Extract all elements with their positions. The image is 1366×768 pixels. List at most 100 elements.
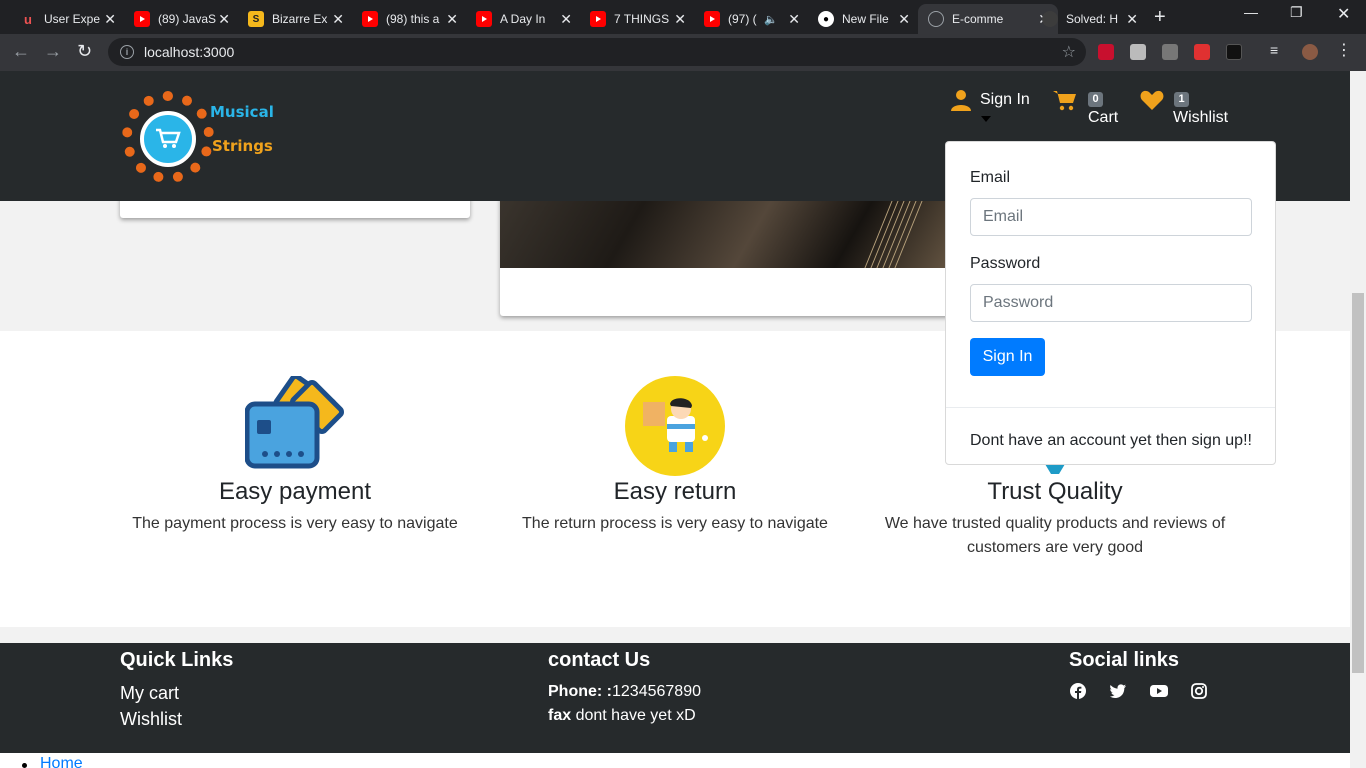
cart-icon [1053, 91, 1076, 111]
wishlist-label: Wishlist [1173, 109, 1229, 126]
feature-easy-return: Easy return The return process is very e… [485, 376, 865, 536]
instagram-icon[interactable] [1191, 683, 1207, 699]
close-tab-icon[interactable]: ✕ [104, 11, 116, 28]
feature-text: The return process is very easy to navig… [522, 515, 828, 532]
forward-icon[interactable]: → [44, 41, 62, 62]
guitar-image [500, 191, 960, 268]
user-icon [951, 90, 971, 111]
speaker-icon[interactable]: 🔈 [764, 13, 778, 26]
browser-tab[interactable]: ● New File ✕ [808, 4, 918, 34]
twitter-icon[interactable] [1110, 683, 1126, 699]
dropdown-divider [946, 407, 1275, 408]
youtube-icon [590, 11, 606, 27]
youtube-icon[interactable] [1150, 683, 1168, 699]
page-bottom [0, 753, 1350, 768]
password-label: Password [970, 255, 1041, 272]
info-icon[interactable]: i [120, 45, 134, 59]
s-icon: S [248, 11, 264, 27]
contact-title: contact Us [548, 649, 651, 671]
footer-spacer [0, 627, 1350, 643]
fax-label: fax [548, 707, 572, 724]
wishlist-count-badge: 1 [1174, 92, 1189, 107]
close-tab-icon[interactable]: ✕ [1126, 11, 1138, 28]
feature-title: Easy return [613, 478, 737, 505]
globe-icon [928, 11, 944, 27]
browser-tab[interactable]: u User Expe ✕ [10, 4, 124, 34]
browser-toolbar: ← → ↻ i localhost:3000 ☆ ≡ ⋮ [0, 34, 1366, 71]
cart-logo-icon [140, 111, 196, 167]
github-icon: ● [818, 11, 834, 27]
pdf-extension-icon[interactable] [1098, 44, 1114, 60]
window-close-icon[interactable]: ✕ [1337, 4, 1350, 24]
fax-text: dont have yet xD [575, 707, 696, 724]
close-tab-icon[interactable]: ✕ [332, 11, 344, 28]
github-icon [1042, 11, 1058, 27]
cart-count-badge: 0 [1088, 92, 1103, 107]
signin-button[interactable]: Sign In [970, 338, 1045, 376]
browser-tab[interactable]: (89) JavaS ✕ [124, 4, 238, 34]
close-tab-icon[interactable]: ✕ [560, 11, 572, 28]
browser-tab[interactable]: (97) ( 🔈 ✕ [694, 4, 808, 34]
logo-text: Musical [210, 103, 274, 121]
browser-tab[interactable]: S Bizarre Ex ✕ [238, 4, 352, 34]
browser-tab[interactable]: A Day In ✕ [466, 4, 580, 34]
phone-label: Phone: : [548, 683, 612, 700]
home-link[interactable]: Home [40, 755, 83, 768]
extension-icon[interactable] [1226, 44, 1242, 60]
scrollbar-thumb[interactable] [1352, 293, 1364, 673]
close-tab-icon[interactable]: ✕ [674, 11, 686, 28]
cart-label: Cart [1088, 109, 1119, 126]
close-tab-icon[interactable]: ✕ [218, 11, 230, 28]
media-control-icon[interactable]: ≡ [1270, 42, 1286, 58]
signin-dropdown: Email Password Sign In Dont have an acco… [945, 141, 1276, 465]
page-viewport: Musical Strings Sign In 0 Cart 1 Wishlis… [0, 71, 1350, 768]
heart-icon [1140, 90, 1164, 110]
close-tab-icon[interactable]: ✕ [898, 11, 910, 28]
feature-text: We have trusted quality products and rev… [884, 515, 1226, 556]
close-tab-icon[interactable]: ✕ [788, 11, 800, 28]
phone-line: Phone: :1234567890 [548, 683, 701, 701]
footer-link-wishlist[interactable]: Wishlist [120, 709, 182, 730]
wishlist-link[interactable]: 1 Wishlist [1140, 89, 1228, 127]
feature-text: The payment process is very easy to navi… [132, 515, 458, 532]
browser-tab[interactable]: (98) this a ✕ [352, 4, 466, 34]
password-field[interactable] [970, 284, 1252, 322]
extension-icon[interactable] [1130, 44, 1146, 60]
logo-text: Strings [212, 137, 273, 155]
menu-icon[interactable]: ⋮ [1336, 40, 1352, 59]
address-bar[interactable]: i localhost:3000 ☆ [108, 38, 1086, 66]
youtube-icon [704, 11, 720, 27]
signup-link[interactable]: Dont have an account yet then sign up!! [970, 432, 1252, 450]
reload-icon[interactable]: ↻ [77, 41, 92, 62]
browser-tab[interactable]: 7 THINGS ✕ [580, 4, 694, 34]
back-icon[interactable]: ← [12, 41, 30, 62]
new-tab-icon[interactable]: + [1154, 6, 1166, 29]
footer: Quick Links My cart Wishlist contact Us … [0, 643, 1350, 753]
close-tab-icon[interactable]: ✕ [446, 11, 458, 28]
cart-link[interactable]: 0 Cart [1052, 89, 1118, 127]
restore-icon[interactable]: ❐ [1290, 4, 1303, 21]
url-text: localhost:3000 [144, 44, 235, 60]
extension-icon[interactable] [1194, 44, 1210, 60]
bookmark-star-icon[interactable]: ☆ [1062, 42, 1076, 62]
fax-line: fax dont have yet xD [548, 707, 696, 725]
youtube-icon [134, 11, 150, 27]
udemy-icon: u [24, 11, 32, 27]
delivery-icon [625, 376, 725, 476]
quick-links-title: Quick Links [120, 649, 234, 671]
extension-icon[interactable] [1162, 44, 1178, 60]
logo[interactable]: Musical Strings [120, 83, 285, 183]
browser-tab[interactable]: Solved: H ✕ [1032, 4, 1146, 34]
browser-tab-bar: u User Expe ✕ (89) JavaS ✕ S Bizarre Ex … [0, 0, 1366, 34]
email-field[interactable] [970, 198, 1252, 236]
wallet-icon [244, 373, 345, 476]
minimize-icon[interactable]: — [1244, 4, 1258, 20]
caret-down-icon[interactable] [981, 116, 991, 122]
phone-number: 1234567890 [612, 683, 701, 700]
signin-toggle[interactable]: Sign In [950, 89, 1030, 111]
facebook-icon[interactable] [1070, 683, 1086, 699]
profile-avatar[interactable] [1302, 44, 1318, 60]
footer-link-my-cart[interactable]: My cart [120, 683, 179, 704]
product-card[interactable] [500, 191, 960, 316]
page-scrollbar[interactable] [1350, 71, 1366, 768]
